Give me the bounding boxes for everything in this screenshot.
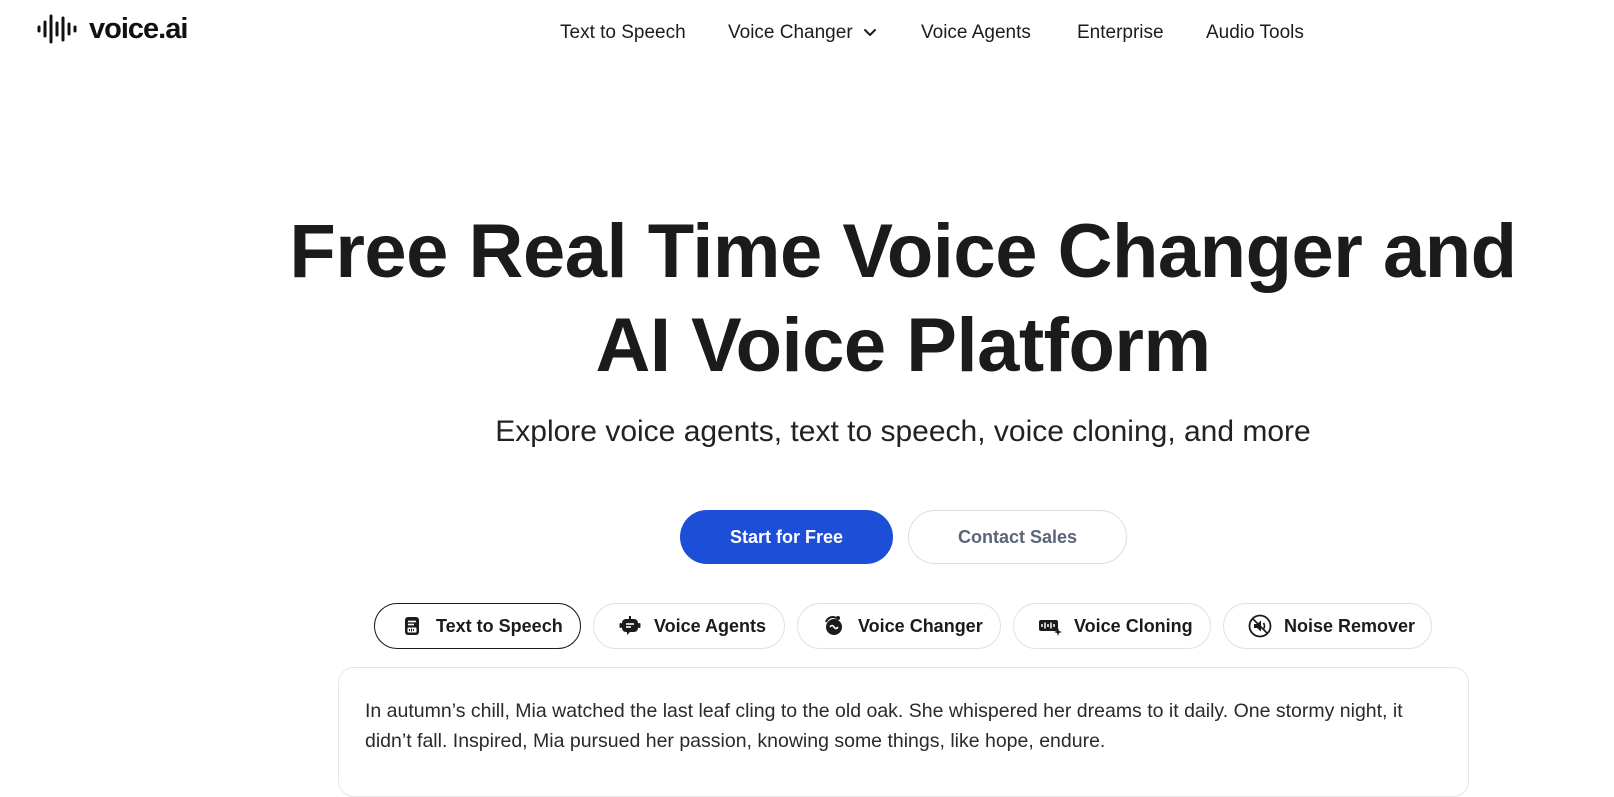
tab-text-to-speech[interactable]: Text to Speech bbox=[374, 603, 581, 649]
hero-subtitle: Explore voice agents, text to speech, vo… bbox=[495, 415, 1311, 448]
nav-enterprise[interactable]: Enterprise bbox=[1077, 20, 1164, 46]
nav-audio-tools[interactable]: Audio Tools bbox=[1206, 20, 1304, 46]
tab-voice-changer[interactable]: Voice Changer bbox=[797, 603, 1001, 649]
start-for-free-button[interactable]: Start for Free bbox=[680, 510, 893, 564]
robot-chat-icon bbox=[619, 616, 641, 635]
document-audio-icon bbox=[405, 617, 419, 635]
chevron-down-icon bbox=[863, 29, 876, 36]
tab-label: Voice Agents bbox=[654, 615, 767, 636]
tab-voice-cloning[interactable]: Voice Cloning bbox=[1013, 603, 1211, 649]
waveform-sparkle-icon bbox=[1039, 620, 1062, 636]
contact-sales-button[interactable]: Contact Sales bbox=[908, 510, 1127, 564]
tab-label: Noise Remover bbox=[1284, 615, 1416, 636]
page-title-line-2: AI Voice Platform bbox=[595, 303, 1211, 388]
nav-text-to-speech[interactable]: Text to Speech bbox=[560, 20, 686, 46]
tab-label: Voice Changer bbox=[858, 615, 983, 636]
editor-text[interactable]: In autumn’s chill, Mia watched the last … bbox=[365, 696, 1425, 756]
tab-label: Voice Cloning bbox=[1074, 615, 1193, 636]
tab-voice-agents[interactable]: Voice Agents bbox=[593, 603, 785, 649]
voice-morph-icon bbox=[825, 616, 842, 635]
main-nav: Text to Speech Voice Changer Voice Agent… bbox=[0, 20, 1614, 46]
text-input-area[interactable]: In autumn’s chill, Mia watched the last … bbox=[338, 667, 1469, 797]
tab-label: Text to Speech bbox=[436, 615, 563, 636]
page-title: Free Real Time Voice Changer and AI Voic… bbox=[0, 205, 1614, 393]
speaker-mute-icon bbox=[1248, 614, 1272, 638]
tab-noise-remover[interactable]: Noise Remover bbox=[1223, 603, 1432, 649]
page-title-line-1: Free Real Time Voice Changer and bbox=[289, 209, 1517, 294]
nav-voice-agents[interactable]: Voice Agents bbox=[921, 20, 1031, 46]
nav-voice-changer[interactable]: Voice Changer bbox=[728, 20, 877, 46]
nav-voice-changer-label: Voice Changer bbox=[728, 22, 853, 43]
